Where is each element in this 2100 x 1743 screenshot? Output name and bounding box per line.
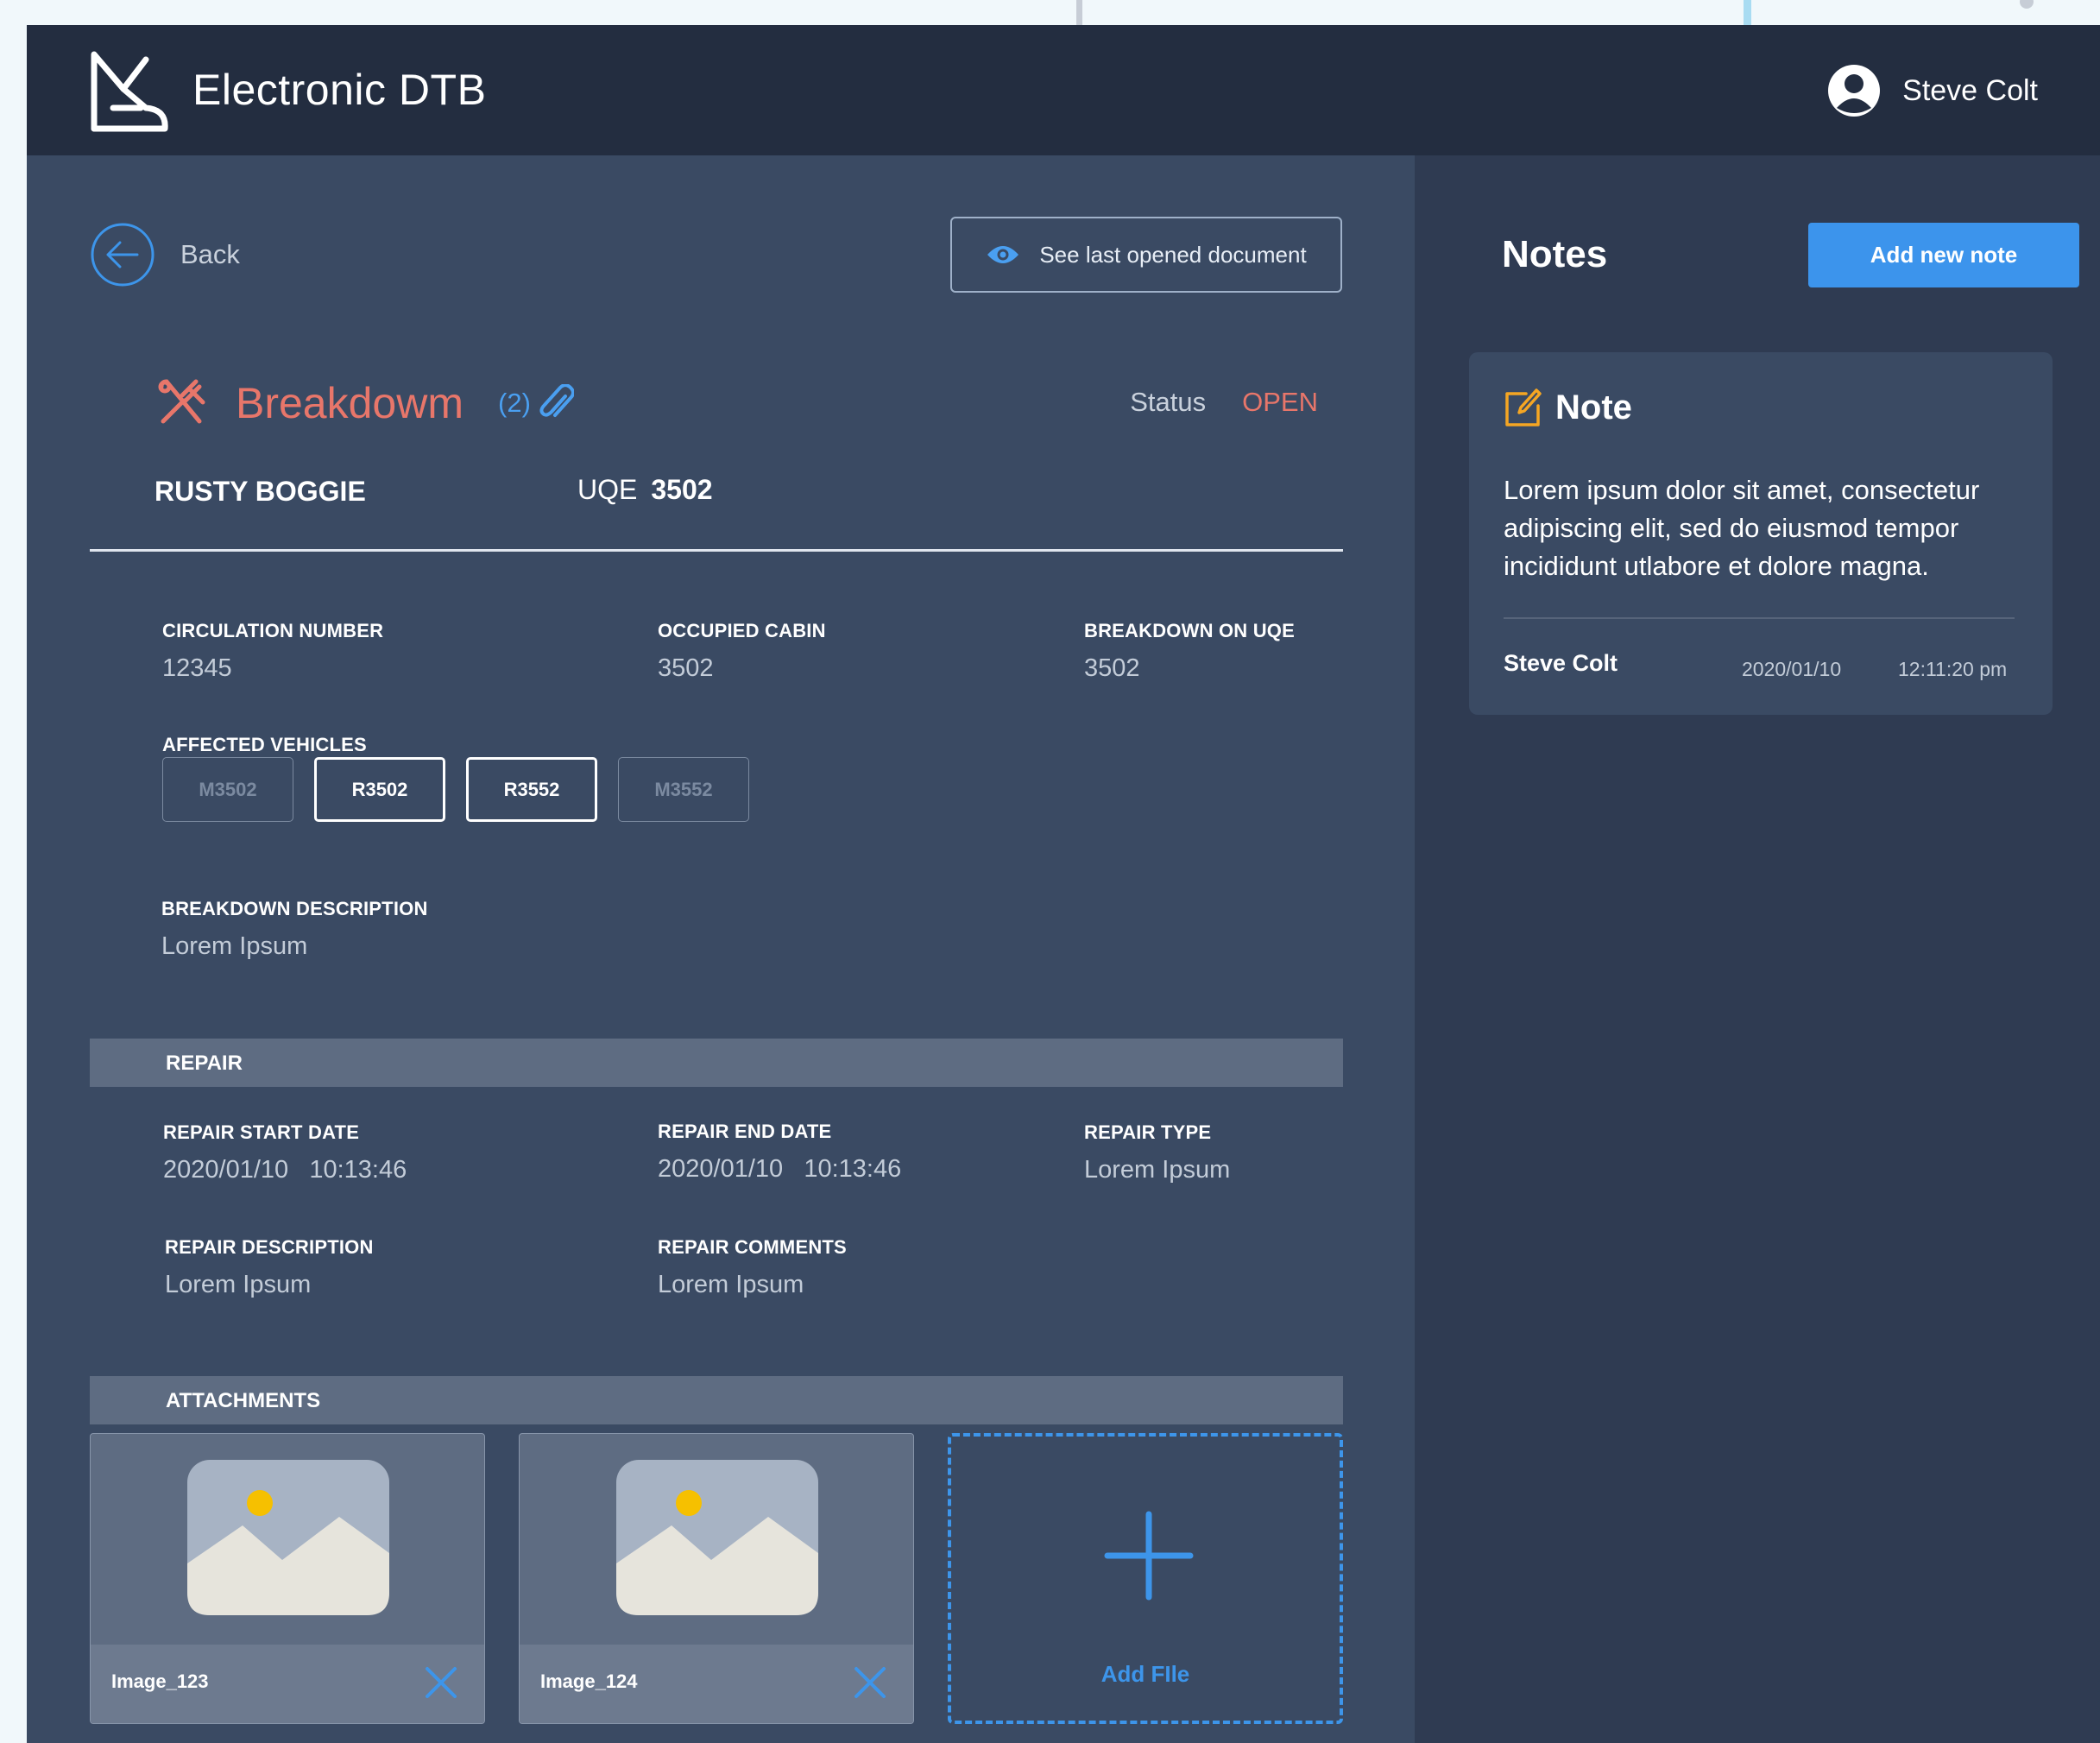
train-logo-icon [91, 51, 168, 132]
note-time: 12:11:20 pm [1898, 658, 2008, 680]
image-placeholder-icon [187, 1460, 389, 1615]
repair-start-date-field: REPAIR START DATE 2020/01/10 10:13:46 [163, 1121, 407, 1184]
attachment-name: Image_123 [111, 1670, 209, 1692]
repair-comments-field: REPAIR COMMENTS Lorem Ipsum [658, 1236, 847, 1299]
uqe-value: 3502 [651, 474, 713, 505]
status-label: Status [1130, 387, 1207, 417]
occupied-cabin-field: OCCUPIED CABIN 3502 [658, 620, 826, 683]
top-bar: Electronic DTB Steve Colt [27, 25, 2100, 155]
field-label: BREAKDOWN DESCRIPTION [161, 898, 428, 919]
field-label: AFFECTED VEHICLES [162, 734, 367, 755]
field-label: CIRCULATION NUMBER [162, 620, 384, 641]
affected-vehicles-chips: M3502 R3502 R3552 M3552 [162, 757, 749, 822]
field-label: REPAIR COMMENTS [658, 1236, 847, 1258]
field-value: 3502 [1084, 654, 1140, 682]
user-name: Steve Colt [1902, 73, 2038, 107]
attachment-name: Image_124 [540, 1670, 638, 1692]
add-file-button[interactable]: Add FIle [948, 1433, 1343, 1724]
notes-title: Notes [1502, 233, 1608, 275]
detail-panel: Back See last opened document Breakdowm … [27, 155, 1415, 1743]
image-placeholder-icon [616, 1460, 818, 1615]
vehicle-name: RUSTY BOGGIE [155, 476, 366, 507]
vehicle-chip-r3502[interactable]: R3502 [314, 757, 445, 822]
background-dot [2020, 0, 2034, 9]
add-new-note-button[interactable]: Add new note [1808, 223, 2079, 287]
close-icon[interactable] [424, 1665, 458, 1700]
note-heading: Note [1555, 388, 1632, 426]
field-label: REPAIR TYPE [1084, 1121, 1212, 1143]
uqe-identifier: UQE 3502 [577, 474, 713, 506]
field-value: Lorem Ipsum [658, 1271, 804, 1298]
field-label: REPAIR END DATE [658, 1121, 832, 1142]
paperclip-icon[interactable] [539, 384, 574, 422]
tools-icon [158, 379, 205, 424]
section-title: REPAIR [166, 1051, 243, 1075]
plus-icon [1104, 1511, 1194, 1601]
note-author: Steve Colt [1504, 650, 1618, 676]
repair-section-header: REPAIR [90, 1039, 1343, 1087]
field-label: REPAIR DESCRIPTION [165, 1236, 374, 1258]
background-divider [1076, 0, 1082, 25]
vehicle-chip-m3502[interactable]: M3502 [162, 757, 293, 822]
header-divider [90, 549, 1343, 552]
attachment-tile[interactable]: Image_124 [519, 1433, 914, 1724]
see-last-document-button[interactable]: See last opened document [950, 217, 1342, 293]
app-window: Electronic DTB Steve Colt Back See last … [27, 25, 2100, 1743]
circulation-number-field: CIRCULATION NUMBER 12345 [162, 620, 383, 683]
note-card[interactable]: Note Lorem ipsum dolor sit amet, consect… [1469, 352, 2053, 715]
vehicle-chip-r3552[interactable]: R3552 [466, 757, 597, 822]
add-file-label: Add FIle [1100, 1661, 1190, 1687]
attachment-footer: Image_124 [520, 1645, 913, 1723]
field-label: BREAKDOWN ON UQE [1084, 620, 1295, 641]
edit-note-icon [1505, 388, 1542, 426]
arrow-left-icon [91, 223, 155, 287]
field-value: 2020/01/10 10:13:46 [163, 1156, 407, 1184]
note-body: Lorem ipsum dolor sit amet, consectetur … [1504, 475, 1980, 581]
field-label: OCCUPIED CABIN [658, 620, 826, 641]
field-value: 3502 [658, 654, 714, 682]
repair-end-date-field: REPAIR END DATE 2020/01/10 10:13:46 [658, 1121, 901, 1184]
eye-icon [987, 246, 1019, 263]
attachment-footer: Image_123 [91, 1645, 484, 1723]
field-value: Lorem Ipsum [1084, 1156, 1231, 1184]
vehicle-chip-m3552[interactable]: M3552 [618, 757, 749, 822]
background-divider [1744, 0, 1751, 25]
attachment-count: (2) [498, 388, 531, 418]
user-menu[interactable]: Steve Colt [1826, 63, 2038, 118]
user-avatar-icon [1828, 65, 1881, 117]
close-icon[interactable] [853, 1665, 887, 1700]
repair-description-field: REPAIR DESCRIPTION Lorem Ipsum [165, 1236, 374, 1299]
section-title: ATTACHMENTS [166, 1389, 321, 1412]
breakdown-on-uqe-field: BREAKDOWN ON UQE 3502 [1084, 620, 1295, 683]
back-button[interactable]: Back [91, 223, 240, 287]
affected-vehicles-field: AFFECTED VEHICLES [162, 734, 367, 756]
attachment-tile[interactable]: Image_123 [90, 1433, 485, 1724]
field-value: Lorem Ipsum [161, 932, 308, 960]
note-date: 2020/01/10 [1742, 658, 1842, 680]
record-type-title: Breakdowm [236, 379, 464, 427]
app-title: Electronic DTB [192, 66, 487, 114]
status-indicator: Status OPEN [1130, 387, 1318, 418]
field-value: Lorem Ipsum [165, 1271, 312, 1298]
back-label: Back [180, 239, 240, 269]
breakdown-description-field: BREAKDOWN DESCRIPTION Lorem Ipsum [161, 898, 428, 961]
record-heading: Breakdowm (2) [156, 378, 574, 428]
attachments-section-header: ATTACHMENTS [90, 1376, 1343, 1424]
see-last-document-label: See last opened document [1039, 241, 1307, 268]
field-value: 2020/01/10 10:13:46 [658, 1155, 902, 1183]
status-badge: OPEN [1242, 387, 1318, 417]
repair-type-field: REPAIR TYPE Lorem Ipsum [1084, 1121, 1230, 1184]
uqe-label: UQE [577, 474, 638, 505]
note-divider [1504, 617, 2015, 619]
field-value: 12345 [162, 654, 232, 682]
field-label: REPAIR START DATE [163, 1121, 360, 1143]
